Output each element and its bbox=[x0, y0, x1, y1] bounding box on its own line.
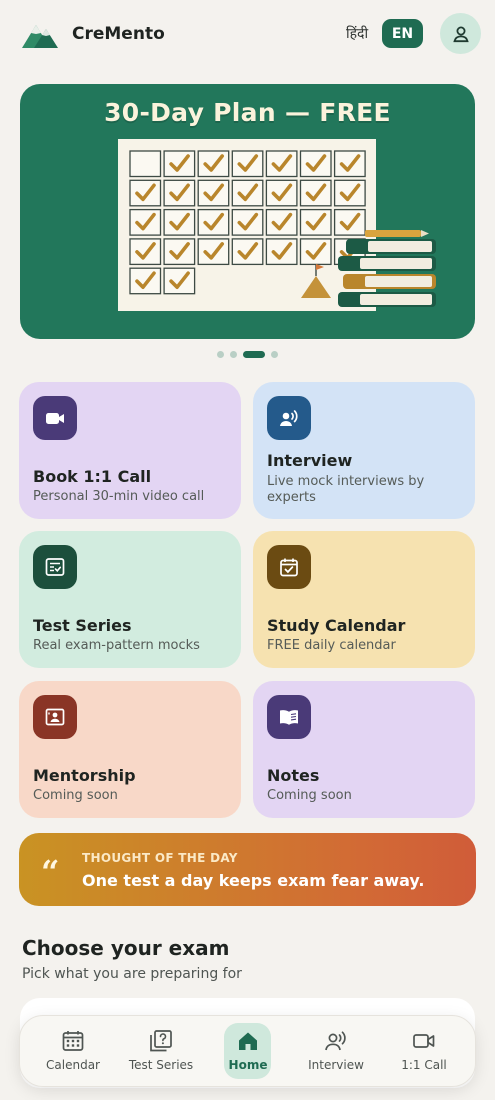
feature-card-notes[interactable]: Notes Coming soon bbox=[253, 681, 475, 818]
calendar-day-cell bbox=[231, 179, 264, 207]
nav-item-test-series[interactable]: Test Series bbox=[117, 1016, 205, 1088]
calendar-icon bbox=[62, 1031, 84, 1051]
thought-text: One test a day keeps exam fear away. bbox=[82, 871, 425, 890]
bottom-navigation: Calendar Test Series Home Interview 1:1 Call bbox=[19, 1015, 476, 1087]
feature-title: Study Calendar bbox=[267, 616, 406, 635]
calendar-check-icon bbox=[280, 558, 298, 577]
thought-of-the-day-banner: “ THOUGHT OF THE DAY One test a day keep… bbox=[19, 833, 476, 906]
calendar-day-cell bbox=[299, 208, 332, 236]
carousel-dot[interactable] bbox=[217, 350, 224, 358]
calendar-day-cell bbox=[197, 238, 230, 266]
calendar-day-cell bbox=[231, 238, 264, 266]
feature-card-interview[interactable]: Interview Live mock interviews by experts bbox=[253, 382, 475, 519]
calendar-day-cell bbox=[299, 238, 332, 266]
nav-item-1-1-call[interactable]: 1:1 Call bbox=[380, 1016, 468, 1088]
mentor-board-icon bbox=[45, 708, 65, 726]
calendar-day-cell bbox=[299, 179, 332, 207]
feature-card-test-series[interactable]: Test Series Real exam-pattern mocks bbox=[19, 531, 241, 668]
plan-calendar-illustration bbox=[118, 139, 436, 311]
calendar-day-cell bbox=[333, 179, 366, 207]
calendar-day-cell bbox=[231, 150, 264, 178]
interview-icon bbox=[325, 1031, 346, 1051]
calendar-day-cell bbox=[163, 267, 196, 295]
interview-speaker-icon bbox=[280, 410, 298, 426]
feature-icon-box bbox=[267, 396, 311, 440]
feature-icon-box bbox=[267, 695, 311, 739]
nav-label: Test Series bbox=[128, 1058, 194, 1072]
feature-title: Interview bbox=[267, 451, 353, 470]
calendar-day-cell bbox=[265, 208, 298, 236]
calendar-day-cell bbox=[265, 179, 298, 207]
calendar-day-cell bbox=[163, 238, 196, 266]
calendar-day-cell bbox=[197, 150, 230, 178]
nav-label: Calendar bbox=[46, 1058, 100, 1072]
language-hindi-button[interactable]: हिंदी bbox=[346, 24, 368, 43]
promo-banner[interactable]: 30-Day Plan — FREE bbox=[20, 84, 475, 339]
feature-card-study-calendar[interactable]: Study Calendar FREE daily calendar bbox=[253, 531, 475, 668]
nav-label: Interview bbox=[308, 1058, 364, 1072]
feature-subtitle: Personal 30-min video call bbox=[33, 489, 205, 504]
section-subtitle: Pick what you are preparing for bbox=[22, 966, 242, 982]
feature-subtitle: Live mock interviews by experts bbox=[267, 474, 425, 505]
app-header: CreMento हिंदी EN bbox=[0, 0, 495, 70]
nav-label: Home bbox=[228, 1058, 268, 1072]
feature-card-book-1-1-call[interactable]: Book 1:1 Call Personal 30-min video call bbox=[19, 382, 241, 519]
calendar-day-cell bbox=[129, 179, 162, 207]
feature-icon-box bbox=[33, 545, 77, 589]
calendar-day-cell bbox=[299, 150, 332, 178]
calendar-day-cell bbox=[129, 238, 162, 266]
carousel-dot[interactable] bbox=[243, 350, 265, 358]
calendar-day-cell bbox=[129, 150, 162, 178]
feature-icon-box bbox=[267, 545, 311, 589]
feature-subtitle: FREE daily calendar bbox=[267, 638, 396, 653]
open-book-icon bbox=[280, 710, 298, 725]
feature-icon-box bbox=[33, 396, 77, 440]
mountain-logo-icon bbox=[22, 25, 58, 48]
profile-button[interactable] bbox=[440, 13, 481, 54]
language-english-button[interactable]: EN bbox=[382, 19, 423, 48]
test-sheet-icon bbox=[45, 558, 65, 576]
carousel-indicator bbox=[0, 349, 495, 359]
home-icon bbox=[239, 1032, 257, 1050]
calendar-day-cell bbox=[265, 150, 298, 178]
nav-item-home[interactable]: Home bbox=[204, 1016, 292, 1088]
thought-label: THOUGHT OF THE DAY bbox=[82, 851, 238, 865]
feature-title: Test Series bbox=[33, 616, 132, 635]
calendar-day-cell bbox=[231, 208, 264, 236]
calendar-day-cell bbox=[333, 208, 366, 236]
video-camera-icon bbox=[46, 413, 64, 424]
quote-icon: “ bbox=[41, 853, 60, 891]
nav-label: 1:1 Call bbox=[401, 1058, 447, 1072]
feature-card-mentorship[interactable]: Mentorship Coming soon bbox=[19, 681, 241, 818]
feature-subtitle: Coming soon bbox=[33, 788, 118, 803]
calendar-day-cell bbox=[333, 150, 366, 178]
calendar-day-cell bbox=[129, 208, 162, 236]
nav-item-interview[interactable]: Interview bbox=[292, 1016, 380, 1088]
video-call-icon bbox=[413, 1034, 435, 1048]
quiz-icon bbox=[150, 1030, 172, 1052]
carousel-dot[interactable] bbox=[271, 350, 278, 358]
pencil-icon bbox=[365, 230, 421, 237]
feature-title: Book 1:1 Call bbox=[33, 467, 152, 486]
user-icon bbox=[452, 26, 469, 42]
calendar-day-cell bbox=[163, 150, 196, 178]
calendar-day-cell bbox=[129, 267, 162, 295]
section-title: Choose your exam bbox=[22, 936, 230, 960]
calendar-day-cell bbox=[163, 208, 196, 236]
app-brand-name: CreMento bbox=[72, 24, 165, 44]
feature-title: Mentorship bbox=[33, 766, 136, 785]
feature-icon-box bbox=[33, 695, 77, 739]
feature-subtitle: Coming soon bbox=[267, 788, 352, 803]
feature-subtitle: Real exam-pattern mocks bbox=[33, 638, 200, 653]
feature-title: Notes bbox=[267, 766, 320, 785]
calendar-day-cell bbox=[197, 208, 230, 236]
calendar-day-cell bbox=[197, 179, 230, 207]
carousel-dot[interactable] bbox=[230, 350, 237, 358]
calendar-day-cell bbox=[163, 179, 196, 207]
calendar-day-cell bbox=[265, 238, 298, 266]
nav-item-calendar[interactable]: Calendar bbox=[29, 1016, 117, 1088]
